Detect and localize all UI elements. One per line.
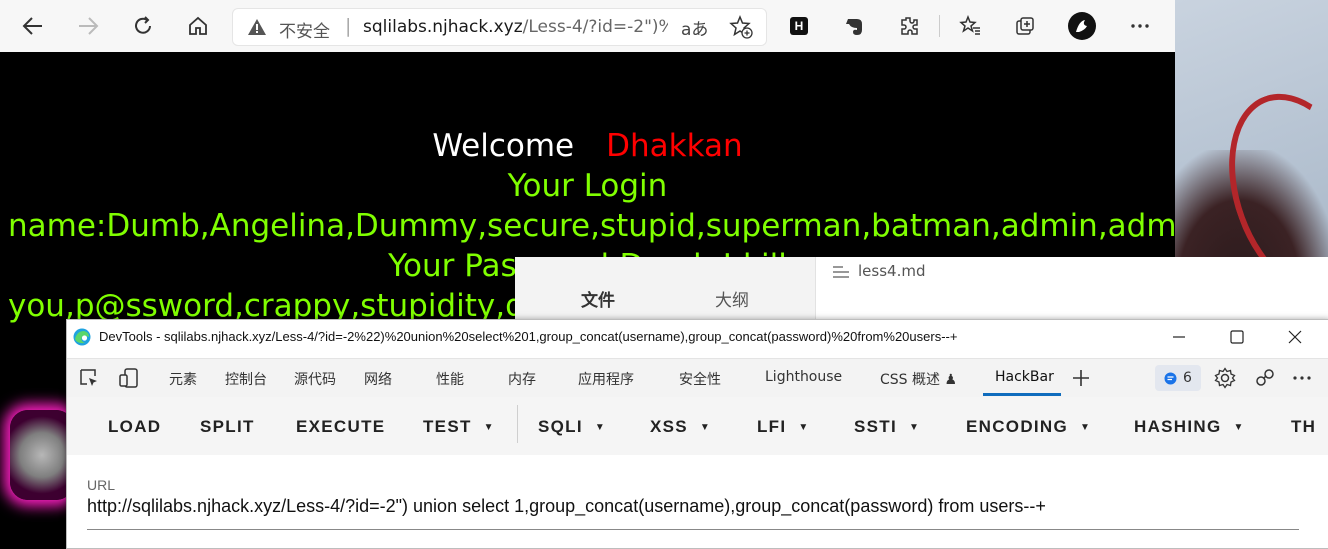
tab-performance[interactable]: 性能 (436, 369, 464, 389)
document-name[interactable]: less4.md (858, 262, 925, 280)
test-menu[interactable]: TEST ▼ (423, 417, 495, 437)
xss-label: XSS (650, 417, 688, 436)
hashing-label: HASHING (1134, 417, 1222, 436)
test-label: TEST (423, 417, 472, 436)
address-separator: | (345, 15, 352, 37)
issues-count: 6 (1183, 370, 1192, 386)
chevron-down-icon: ▼ (483, 422, 495, 433)
split-button[interactable]: SPLIT (200, 417, 255, 437)
ssti-label: SSTI (854, 417, 897, 436)
document-lines-icon (833, 266, 849, 278)
refresh-icon[interactable] (127, 10, 159, 42)
tab-hackbar[interactable]: HackBar (995, 369, 1054, 385)
add-tab-icon[interactable] (1065, 362, 1097, 394)
lfi-menu[interactable]: LFI ▼ (757, 417, 810, 437)
chevron-down-icon: ▼ (1080, 422, 1092, 433)
hackbar-toolbar: LOAD SPLIT EXECUTE TEST ▼ SQLI ▼ XSS ▼ LFI ▼… (67, 397, 1328, 532)
tab-sources[interactable]: 源代码 (294, 369, 336, 389)
hackbar-url-area: URL http://sqlilabs.njhack.xyz/Less-4/?i… (67, 455, 1328, 548)
browser-toolbar: 不安全 | sqlilabs.njhack.xyz/Less-4/?id=-2"… (0, 0, 1175, 53)
tab-security[interactable]: 安全性 (679, 369, 721, 389)
toolbar-divider (939, 15, 940, 37)
more-options-icon[interactable] (1124, 10, 1156, 42)
customize-devtools-icon[interactable] (1249, 362, 1281, 394)
welcome-row: Welcome Dhakkan (0, 128, 1175, 164)
more-menu[interactable]: TH (1291, 417, 1316, 437)
encoding-label: ENCODING (966, 417, 1069, 436)
hashing-menu[interactable]: HASHING ▼ (1134, 417, 1245, 437)
hackbar-extension-icon[interactable]: H (783, 10, 815, 42)
inspect-element-icon[interactable] (73, 362, 105, 394)
tab-files[interactable]: 文件 (581, 286, 615, 311)
forward-icon[interactable] (72, 10, 104, 42)
url-input-underline (87, 529, 1299, 530)
tab-application[interactable]: 应用程序 (578, 369, 634, 389)
hackbar-divider (517, 405, 518, 443)
url-input[interactable]: http://sqlilabs.njhack.xyz/Less-4/?id=-2… (87, 496, 1046, 517)
settings-gear-icon[interactable] (1209, 362, 1241, 394)
load-button[interactable]: LOAD (108, 417, 161, 437)
evernote-extension-icon[interactable] (838, 10, 870, 42)
execute-button[interactable]: EXECUTE (296, 417, 385, 437)
edge-logo-icon (73, 328, 91, 346)
back-icon[interactable] (17, 10, 49, 42)
tab-elements[interactable]: 元素 (169, 369, 197, 389)
warning-icon[interactable] (247, 17, 267, 37)
sqli-menu[interactable]: SQLI ▼ (538, 417, 606, 437)
profile-avatar[interactable] (1066, 10, 1098, 42)
maximize-icon[interactable] (1222, 325, 1252, 349)
devtools-tabbar: 元素 控制台 源代码 网络 性能 内存 应用程序 安全性 Lighthouse … (67, 358, 1328, 398)
extensions-icon[interactable] (893, 10, 925, 42)
collections-icon[interactable] (1009, 10, 1041, 42)
message-icon (1164, 372, 1177, 384)
chevron-down-icon: ▼ (1233, 422, 1245, 433)
login-title: Your Login (507, 168, 668, 204)
home-icon[interactable] (182, 10, 214, 42)
editor-sidebar: 文件 大纲 (515, 257, 816, 327)
encoding-menu[interactable]: ENCODING ▼ (966, 417, 1091, 437)
chevron-down-icon: ▼ (699, 422, 712, 433)
address-bar[interactable]: 不安全 | sqlilabs.njhack.xyz/Less-4/?id=-2"… (232, 8, 767, 46)
close-icon[interactable] (1280, 325, 1310, 349)
url-path: /Less-4/?id=-2")%2... (522, 17, 668, 37)
address-url[interactable]: sqlilabs.njhack.xyz/Less-4/?id=-2")%2... (363, 17, 668, 37)
url-label: URL (87, 477, 116, 493)
active-tab-indicator (983, 393, 1061, 396)
chevron-down-icon: ▼ (798, 422, 810, 433)
markdown-editor-window: 文件 大纲 less4.md (515, 257, 1328, 327)
issues-badge[interactable]: 6 (1155, 365, 1201, 391)
xss-menu[interactable]: XSS ▼ (650, 417, 711, 437)
welcome-user: Dhakkan (606, 128, 743, 164)
add-favorite-icon[interactable] (729, 15, 753, 39)
chevron-down-icon: ▼ (909, 422, 921, 433)
sqli-label: SQLI (538, 417, 583, 436)
minimize-icon[interactable] (1164, 325, 1194, 349)
tab-memory[interactable]: 内存 (508, 369, 536, 389)
devtools-title: DevTools - sqlilabs.njhack.xyz/Less-4/?i… (99, 329, 958, 344)
tab-console[interactable]: 控制台 (225, 369, 267, 389)
tab-lighthouse[interactable]: Lighthouse (765, 369, 842, 385)
login-name-result: name:Dumb,Angelina,Dummy,secure,stupid,s… (8, 208, 1175, 244)
tab-outline[interactable]: 大纲 (715, 286, 749, 311)
insecure-label[interactable]: 不安全 (279, 17, 330, 42)
read-aloud-icon[interactable]: aあ (681, 15, 708, 40)
url-host: sqlilabs.njhack.xyz (363, 17, 523, 37)
devtools-more-icon[interactable] (1286, 362, 1318, 394)
devtools-window: DevTools - sqlilabs.njhack.xyz/Less-4/?i… (66, 319, 1328, 549)
devtools-titlebar: DevTools - sqlilabs.njhack.xyz/Less-4/?i… (67, 320, 1328, 354)
tab-css-overview[interactable]: CSS 概述 ♟ (880, 369, 957, 389)
favorites-icon[interactable] (954, 10, 986, 42)
ssti-menu[interactable]: SSTI ▼ (854, 417, 920, 437)
tab-network[interactable]: 网络 (364, 369, 392, 389)
site-logo (10, 410, 74, 500)
welcome-text: Welcome (432, 128, 575, 164)
device-emulation-icon[interactable] (113, 362, 145, 394)
chevron-down-icon: ▼ (594, 422, 607, 433)
lfi-label: LFI (757, 417, 787, 436)
